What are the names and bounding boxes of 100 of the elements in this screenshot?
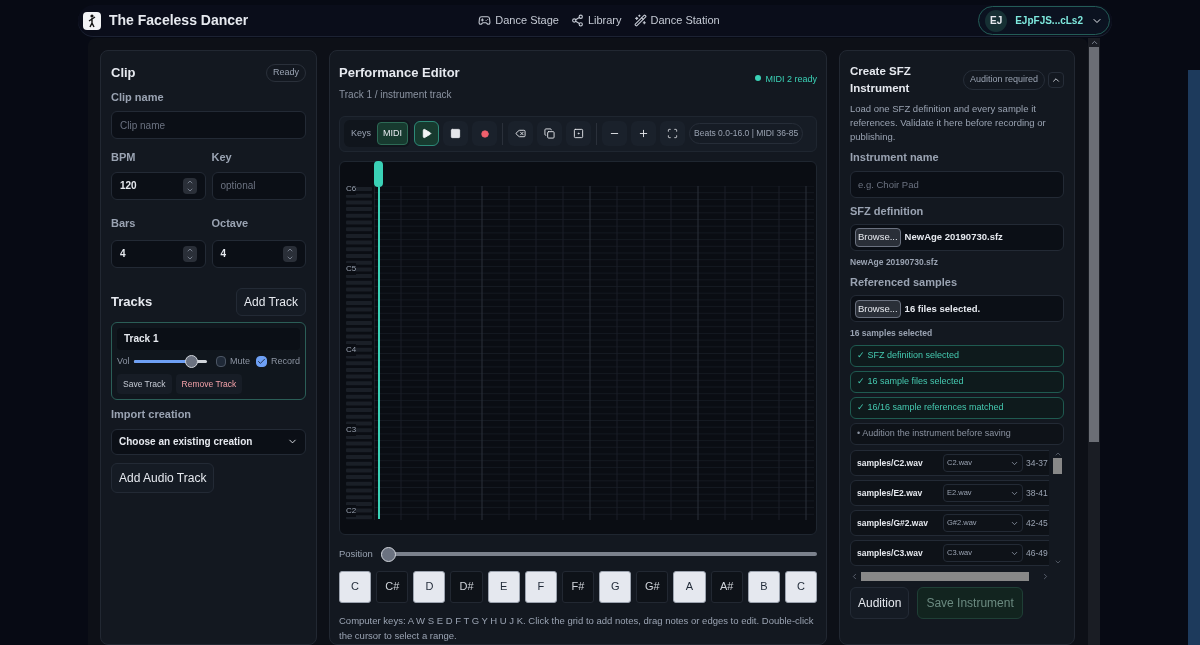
octave-label: C5: [346, 263, 357, 275]
clip-name-field[interactable]: Clip name: [111, 111, 306, 139]
record-icon: [480, 129, 489, 138]
key-range: 42-45: [1026, 516, 1048, 530]
panel-title: Create SFZ Instrument: [850, 64, 912, 96]
piano-key[interactable]: C: [339, 570, 372, 603]
position-label: Position: [339, 546, 373, 561]
field-label: Instrument name: [850, 150, 940, 165]
key-range: 38-41: [1026, 486, 1048, 500]
sfz-file-field[interactable]: Browse... NewAge 20190730.sfz: [850, 224, 1064, 251]
bars-field[interactable]: 4: [111, 239, 206, 268]
chevron-down-icon: [1053, 558, 1062, 566]
fit-icon: [667, 128, 678, 139]
wand-icon: [633, 14, 647, 27]
tool-button[interactable]: [631, 121, 656, 146]
key-range: 34-37: [1026, 456, 1048, 470]
validation-item: ✓ 16 sample files selected: [850, 371, 1064, 393]
record-label: Record: [271, 354, 300, 368]
stop-icon: [450, 128, 461, 139]
piano-key[interactable]: F: [524, 570, 557, 603]
remove-track-button[interactable]: Remove Track: [175, 373, 243, 395]
piano-key[interactable]: D: [413, 570, 446, 603]
section-title: Tracks: [111, 292, 153, 311]
samples-file-field[interactable]: Browse... 16 files selected.: [850, 295, 1064, 323]
mode-tab[interactable]: MIDI: [377, 121, 408, 146]
import-dropdown[interactable]: Choose an existing creation: [111, 428, 306, 455]
piano-key[interactable]: G#: [636, 570, 669, 603]
piano-key[interactable]: G: [599, 570, 632, 603]
piano-key[interactable]: D#: [450, 570, 483, 603]
octave-field[interactable]: 4: [211, 239, 306, 268]
volume-slider[interactable]: [133, 354, 207, 369]
sample-path: samples/C3.wav: [857, 546, 924, 560]
sample-path: samples/C2.wav: [857, 456, 924, 470]
piano-key[interactable]: B: [747, 570, 780, 603]
select-icon: [573, 128, 584, 139]
account-button[interactable]: EJ EJpFJS...cLs2: [978, 6, 1110, 35]
piano-key[interactable]: A: [673, 570, 706, 603]
file-note: 16 samples selected: [850, 327, 934, 340]
help-text: Computer keys: A W S E D F T G Y H U J K. Click the grid to add notes, drag notes or edges to edit. Double-click the cursor to select a range.: [339, 613, 815, 643]
field-label: Import creation: [111, 407, 193, 423]
key-field[interactable]: optional: [211, 171, 306, 200]
scrollbar-thumb[interactable]: [1053, 458, 1063, 474]
validation-item: • Audition the instrument before saving: [850, 423, 1064, 445]
piano-key[interactable]: C#: [376, 570, 409, 603]
midi-status: MIDI 2 ready: [765, 73, 817, 86]
tool-button[interactable]: [443, 121, 468, 146]
sample-path: samples/E2.wav: [857, 486, 924, 500]
duplicate-icon: [544, 128, 555, 139]
mute-checkbox[interactable]: [215, 356, 226, 367]
key-range: 46-49: [1026, 546, 1048, 560]
field-label: BPM: [111, 150, 137, 165]
page-scrollbar[interactable]: [1088, 38, 1100, 645]
collapse-button[interactable]: [1048, 71, 1064, 88]
instrument-name-field[interactable]: e.g. Choir Pad: [850, 170, 1064, 198]
nav-link[interactable]: Library: [570, 12, 622, 29]
field-label: Key: [211, 150, 233, 165]
volume-label: Vol: [117, 354, 130, 368]
bpm-field[interactable]: 120: [111, 171, 206, 200]
play-icon: [421, 128, 432, 139]
file-name: 16 files selected.: [904, 301, 981, 316]
scrollbar-thumb[interactable]: [861, 572, 1029, 581]
tool-button[interactable]: [566, 121, 591, 146]
nav-link[interactable]: Dance Stage: [478, 12, 559, 29]
tool-button[interactable]: [414, 121, 439, 146]
octave-label: C4: [346, 343, 357, 356]
sample-path: samples/G#2.wav: [857, 516, 929, 530]
chevron-up-icon: [1089, 38, 1099, 47]
chevron-up-icon: [1053, 450, 1062, 458]
spinner-icon[interactable]: [283, 245, 297, 262]
app-title: The Faceless Dancer: [109, 11, 249, 30]
spinner-icon[interactable]: [182, 245, 197, 262]
gamepad-icon: [478, 14, 492, 27]
playhead[interactable]: [374, 160, 383, 519]
nav-link[interactable]: Dance Station: [633, 12, 720, 29]
mode-tab[interactable]: Keys: [346, 122, 376, 145]
piano-key[interactable]: A#: [710, 570, 743, 603]
file-note: NewAge 20190730.sfz: [850, 256, 939, 269]
browse-button[interactable]: Browse...: [855, 299, 901, 318]
share-icon: [570, 14, 584, 27]
save-track-button[interactable]: Save Track: [117, 373, 172, 395]
octave-label: C3: [346, 424, 357, 436]
piano-roll[interactable]: C6 C5 C4 C3 C2: [339, 160, 817, 535]
add-audio-track-button[interactable]: Add Audio Track: [111, 462, 215, 493]
piano-key[interactable]: E: [487, 570, 520, 603]
track-name-field[interactable]: Track 1: [117, 327, 300, 350]
chevron-right-icon: [1041, 572, 1050, 581]
piano-key[interactable]: F#: [561, 570, 595, 603]
plus-icon: [638, 128, 649, 139]
tool-button[interactable]: [508, 121, 533, 146]
panel-title: Performance Editor: [339, 64, 460, 82]
add-track-button[interactable]: Add Track: [235, 287, 306, 316]
octave-label: C2: [346, 504, 357, 517]
position-slider[interactable]: [380, 546, 817, 562]
record-checkbox[interactable]: [256, 356, 267, 367]
piano-key[interactable]: C: [784, 570, 818, 603]
browse-button[interactable]: Browse...: [855, 228, 901, 247]
file-name: NewAge 20190730.sfz: [904, 230, 1003, 245]
field-label: SFZ definition: [850, 203, 925, 219]
audition-button[interactable]: Audition: [850, 587, 910, 619]
spinner-icon[interactable]: [182, 177, 197, 194]
